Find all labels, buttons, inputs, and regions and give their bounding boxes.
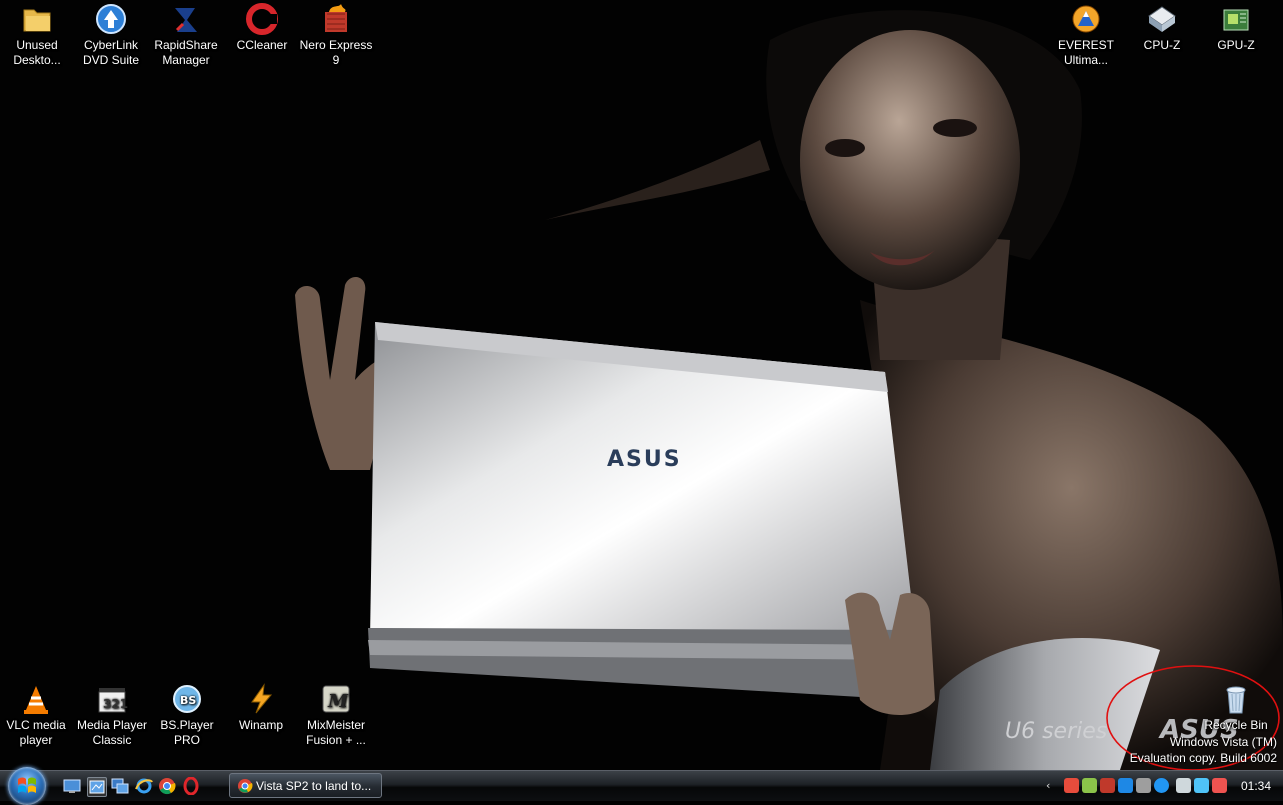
cpuz-icon [1145,2,1179,36]
taskbar-button-label: Vista SP2 to land to... [256,779,372,793]
nero-icon [319,2,353,36]
network-icon[interactable] [1194,778,1209,793]
chrome-icon[interactable] [158,777,176,795]
desktop-icon-gpu-z[interactable]: GPU-Z [1198,2,1274,53]
vlc-icon [19,682,53,716]
desktop-icon-unused-desktop[interactable]: Unused Deskto... [0,2,75,68]
desktop-icon-rapidshare[interactable]: RapidShare Manager [148,2,224,68]
show-desktop-icon[interactable] [63,777,81,795]
tray-app-icon[interactable] [1136,778,1151,793]
winamp-icon [244,682,278,716]
watermark-line-2: Evaluation copy. Build 6002 [1129,751,1277,765]
folder-icon [20,2,54,36]
wallpaper-brand: ASUS [607,447,682,472]
desktop-icon-bsplayer[interactable]: BS BS.Player PRO [149,682,225,748]
asus-wallpaper: ASUS U6 series ASUS [0,0,1283,770]
desktop-icon-media-player-classic[interactable]: 321 Media Player Classic [74,682,150,748]
tray-app-icon[interactable] [1100,778,1115,793]
everest-icon [1069,2,1103,36]
desktop-icon-ccleaner[interactable]: CCleaner [224,2,300,53]
desktop-icon-winamp[interactable]: Winamp [223,682,299,733]
taskbar: Vista SP2 to land to... ‹ 01:34 [0,767,1283,805]
windows-start-orb-icon[interactable] [8,767,46,805]
desktop[interactable]: ASUS U6 series ASUS Unused Deskto... Cyb… [0,0,1283,770]
bluetooth-icon[interactable] [1118,778,1133,793]
desktop-icon-cpu-z[interactable]: CPU-Z [1124,2,1200,53]
evaluation-watermark: Windows Vista (TM) Evaluation copy. Buil… [1130,734,1277,766]
volume-icon[interactable] [1212,778,1227,793]
desktop-icon-cyberlink[interactable]: CyberLink DVD Suite [73,2,149,68]
desktop-icon-everest[interactable]: EVEREST Ultima... [1048,2,1124,68]
svg-text:M: M [327,691,349,712]
recycle-bin-icon [1219,682,1253,716]
mpc-icon: 321 [95,682,129,716]
opera-icon[interactable] [182,776,200,796]
taskbar-button-vista-sp2[interactable]: Vista SP2 to land to... [229,773,382,798]
chevron-left-icon[interactable]: ‹ [1046,779,1056,794]
desktop-icon-nero-express[interactable]: Nero Express 9 [298,2,374,68]
rapidshare-icon [169,2,203,36]
desktop-icon-mixmeister[interactable]: M MixMeister Fusion + ... [298,682,374,748]
chrome-icon [237,778,253,794]
svg-text:321: 321 [103,697,128,711]
ccleaner-icon [245,2,279,36]
bsplayer-icon: BS [170,682,204,716]
gpuz-icon [1219,2,1253,36]
internet-explorer-icon[interactable] [135,777,153,795]
wallpaper-series: U6 series [1005,719,1107,744]
tray-app-icon[interactable] [1082,778,1097,793]
explorer-icon[interactable] [87,777,107,797]
switch-windows-icon[interactable] [111,777,129,795]
tray-app-icon[interactable] [1154,778,1169,793]
svg-text:BS: BS [180,694,196,707]
cyberlink-icon [94,2,128,36]
watermark-line-1: Windows Vista (TM) [1169,735,1277,749]
mixmeister-icon: M [319,682,353,716]
notification-area: ‹ [1046,776,1236,796]
tray-app-icon[interactable] [1064,778,1079,793]
desktop-icon-vlc[interactable]: VLC media player [0,682,74,748]
desktop-icon-recycle-bin[interactable]: Recycle Bin [1198,682,1274,733]
tray-app-icon[interactable] [1176,778,1191,793]
clock[interactable]: 01:34 [1241,779,1271,793]
